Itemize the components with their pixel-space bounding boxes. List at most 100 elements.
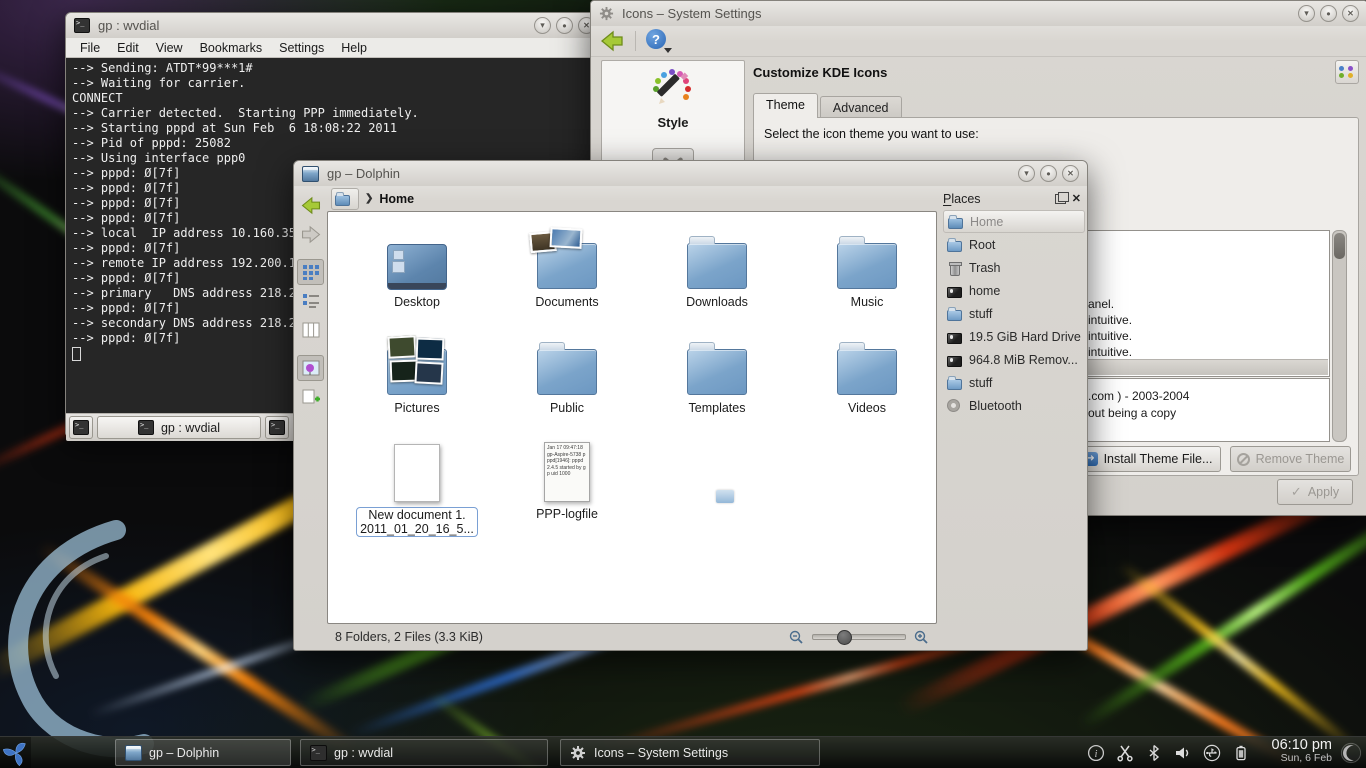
scrollbar-thumb[interactable] bbox=[1334, 233, 1345, 259]
places-item-label: stuff bbox=[969, 307, 992, 321]
details-view-button[interactable] bbox=[297, 288, 324, 314]
panel-toolbox-cashew-icon[interactable] bbox=[1337, 739, 1364, 766]
device-notifier-icon[interactable] bbox=[1202, 743, 1222, 763]
task-icons-system-settings[interactable]: Icons – System Settings bbox=[560, 739, 820, 766]
terminal-line: --> Sending: ATDT*99***1# bbox=[72, 61, 597, 76]
file-item-public[interactable]: Public bbox=[492, 332, 642, 438]
file-item-downloads[interactable]: Downloads bbox=[642, 226, 792, 332]
sidebar-item-style[interactable]: Style bbox=[650, 67, 696, 130]
terminal-line: CONNECT bbox=[72, 91, 597, 106]
folder-view[interactable]: DesktopDocuments Downloads Music PicturesPu… bbox=[327, 211, 937, 624]
menu-view[interactable]: View bbox=[156, 41, 183, 55]
bluetooth-icon[interactable] bbox=[1144, 743, 1164, 763]
settings-titlebar[interactable]: Icons – System Settings bbox=[591, 1, 1366, 26]
close-button[interactable] bbox=[1342, 5, 1359, 22]
battery-icon[interactable] bbox=[1231, 743, 1251, 763]
icons-view-button[interactable] bbox=[297, 259, 324, 285]
minimize-button[interactable] bbox=[1018, 165, 1035, 182]
volume-icon[interactable] bbox=[1173, 743, 1193, 763]
drive-icon bbox=[946, 283, 963, 299]
file-item-new-document-1[interactable]: New document 1.2011_01_20_16_5... bbox=[342, 438, 492, 537]
places-item-root[interactable]: Root bbox=[943, 233, 1085, 256]
zoom-slider[interactable] bbox=[812, 634, 906, 640]
minimize-button[interactable] bbox=[1298, 5, 1315, 22]
file-label: New document 1.2011_01_20_16_5... bbox=[356, 507, 478, 537]
file-item-videos[interactable]: Videos bbox=[792, 332, 937, 438]
file-item-templates[interactable]: Templates bbox=[642, 332, 792, 438]
info-icon[interactable]: i bbox=[1086, 743, 1106, 763]
zoom-in-icon[interactable] bbox=[914, 630, 929, 645]
dolphin-statusbar: 8 Folders, 2 Files (3.3 KiB) bbox=[327, 624, 937, 650]
close-button[interactable] bbox=[1062, 165, 1079, 182]
install-theme-button[interactable]: ➜ Install Theme File... bbox=[1075, 446, 1221, 472]
file-item-ppp-logfile[interactable]: Jan 17 09:47:18 gp-Aspire-5738 pppd[1946… bbox=[492, 438, 642, 537]
forward-button[interactable] bbox=[297, 221, 324, 247]
new-tab-button[interactable] bbox=[69, 416, 93, 439]
menu-file[interactable]: File bbox=[80, 41, 100, 55]
breadcrumb-home-button[interactable] bbox=[331, 188, 359, 210]
back-icon[interactable] bbox=[599, 30, 625, 52]
theme-list-scrollbar[interactable] bbox=[1332, 230, 1347, 442]
columns-view-button[interactable] bbox=[297, 317, 324, 343]
places-item-bluetooth[interactable]: Bluetooth bbox=[943, 394, 1085, 417]
file-item-music[interactable]: Music bbox=[792, 226, 937, 332]
zoom-out-icon[interactable] bbox=[789, 630, 804, 645]
chevron-down-icon bbox=[664, 48, 672, 53]
page-title: Customize KDE Icons bbox=[753, 65, 887, 80]
digital-clock[interactable]: 06:10 pm Sun, 6 Feb bbox=[1272, 738, 1332, 764]
file-label: Templates bbox=[689, 401, 746, 415]
task-gp-dolphin[interactable]: gp – Dolphin bbox=[115, 739, 291, 766]
file-item-pictures[interactable]: Pictures bbox=[342, 332, 492, 438]
maximize-button[interactable] bbox=[556, 17, 573, 34]
tab-list-button[interactable] bbox=[265, 416, 289, 439]
zoom-slider-handle[interactable] bbox=[837, 630, 852, 645]
columns-view-icon bbox=[302, 321, 320, 339]
help-button[interactable]: ? bbox=[646, 29, 670, 53]
maximize-button[interactable] bbox=[1040, 165, 1057, 182]
apply-button[interactable]: ✓ Apply bbox=[1277, 479, 1353, 505]
split-view-button[interactable] bbox=[297, 384, 324, 410]
preview-button[interactable] bbox=[297, 355, 324, 381]
konsole-icon bbox=[74, 18, 90, 33]
app-launcher-button[interactable] bbox=[0, 737, 31, 768]
klipper-icon[interactable] bbox=[1115, 743, 1135, 763]
menu-bookmarks[interactable]: Bookmarks bbox=[200, 41, 263, 55]
folder-icon bbox=[837, 243, 897, 289]
terminal-titlebar[interactable]: gp : wvdial bbox=[66, 13, 603, 38]
theme-list-text-fragment: intuitive. bbox=[1088, 329, 1132, 343]
places-item-19-5-gib-hard-drive[interactable]: 19.5 GiB Hard Drive bbox=[943, 325, 1085, 348]
file-label: Videos bbox=[848, 401, 886, 415]
minimize-button[interactable] bbox=[534, 17, 551, 34]
float-panel-icon[interactable] bbox=[1055, 194, 1066, 204]
tab-advanced[interactable]: Advanced bbox=[820, 96, 902, 118]
remove-theme-button[interactable]: Remove Theme bbox=[1230, 446, 1351, 472]
close-panel-icon[interactable]: ✕ bbox=[1072, 194, 1081, 205]
menu-edit[interactable]: Edit bbox=[117, 41, 139, 55]
places-item-trash[interactable]: Trash bbox=[943, 256, 1085, 279]
remove-button-label: Remove Theme bbox=[1256, 452, 1345, 466]
places-item-stuff[interactable]: stuff bbox=[943, 371, 1085, 394]
menu-settings[interactable]: Settings bbox=[279, 41, 324, 55]
svg-text:i: i bbox=[1095, 749, 1098, 760]
task-gp-wvdial[interactable]: gp : wvdial bbox=[300, 739, 548, 766]
wallpaper-streak bbox=[1117, 561, 1359, 753]
places-item-stuff[interactable]: stuff bbox=[943, 302, 1085, 325]
dolphin-titlebar[interactable]: gp – Dolphin bbox=[294, 161, 1087, 186]
maximize-button[interactable] bbox=[1320, 5, 1337, 22]
places-item-964-8-mib-remov[interactable]: 964.8 MiB Remov... bbox=[943, 348, 1085, 371]
breadcrumb-home[interactable]: Home bbox=[379, 192, 414, 206]
settings-window-buttons bbox=[1298, 5, 1359, 22]
file-label: Downloads bbox=[686, 295, 748, 309]
places-item-home[interactable]: Home bbox=[943, 210, 1085, 233]
file-item-desktop[interactable]: Desktop bbox=[342, 226, 492, 332]
back-button[interactable] bbox=[297, 192, 324, 218]
places-title: Places bbox=[943, 192, 981, 206]
gear-icon bbox=[946, 398, 963, 414]
menu-help[interactable]: Help bbox=[341, 41, 367, 55]
terminal-cursor bbox=[72, 347, 81, 361]
file-item-documents[interactable]: Documents bbox=[492, 226, 642, 332]
tab-theme[interactable]: Theme bbox=[753, 93, 818, 118]
terminal-tab[interactable]: gp : wvdial bbox=[97, 416, 261, 439]
places-item-home[interactable]: home bbox=[943, 279, 1085, 302]
overview-button[interactable] bbox=[1335, 60, 1359, 84]
